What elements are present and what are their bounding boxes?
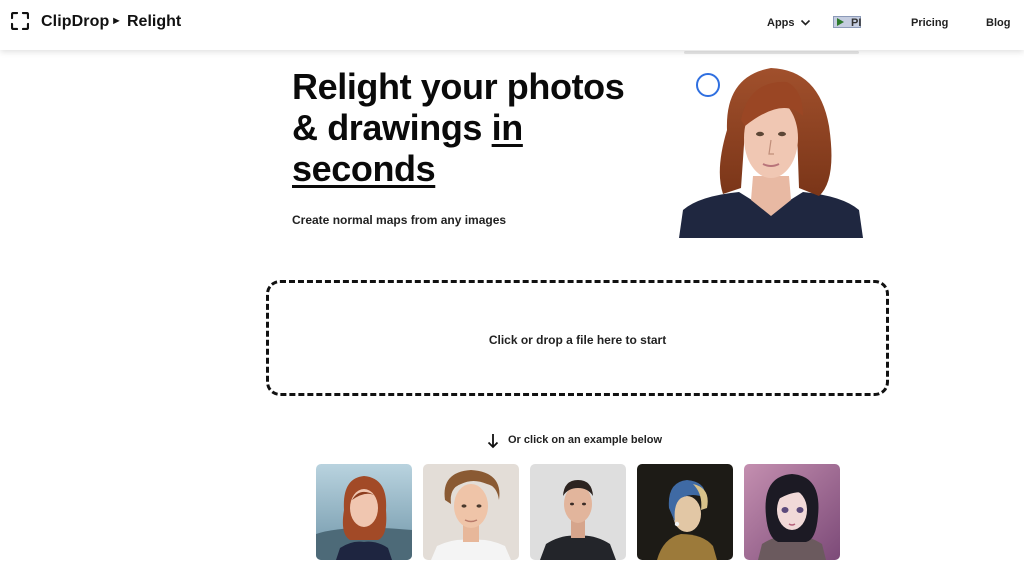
nav-apps[interactable]: Apps	[767, 17, 795, 29]
top-navigation-bar: ClipDrop ► Relight Apps PI Pricing Blog	[0, 0, 1024, 50]
man-grey-background-photo-icon	[530, 464, 626, 560]
girl-with-pearl-earring-painting-icon	[637, 464, 733, 560]
hero-title-line1: Relight your photos	[292, 66, 625, 107]
nav-blog[interactable]: Blog	[986, 17, 1010, 29]
example-thumbnail-man-grey[interactable]	[530, 464, 626, 560]
breadcrumb-separator: ►	[111, 15, 122, 27]
example-thumbnail-anime-girl[interactable]	[744, 464, 840, 560]
woman-red-hair-photo-icon	[316, 464, 412, 560]
clipdrop-logo-icon[interactable]	[11, 12, 29, 30]
hero-title-line2: & drawings	[292, 107, 492, 148]
app-name[interactable]: Relight	[127, 13, 181, 31]
hero-image-divider	[684, 51, 859, 54]
nav-api[interactable]: PI	[851, 17, 861, 29]
brand-name[interactable]: ClipDrop	[41, 13, 109, 31]
example-thumbnail-woman-red-hair[interactable]	[316, 464, 412, 560]
hero-title-underlined-seconds: seconds	[292, 148, 436, 189]
hero-title: Relight your photos & drawings in second…	[292, 66, 672, 189]
hero-subtitle: Create normal maps from any images	[292, 213, 507, 227]
example-thumbnail-pearl-earring[interactable]	[637, 464, 733, 560]
example-thumbnail-young-man[interactable]	[423, 464, 519, 560]
hero-title-underlined-in: in	[491, 107, 524, 148]
loading-spinner-icon	[696, 73, 720, 97]
young-man-curly-hair-photo-icon	[423, 464, 519, 560]
anime-girl-drawing-icon	[744, 464, 840, 560]
nav-pricing[interactable]: Pricing	[911, 17, 948, 29]
chevron-down-icon[interactable]	[800, 17, 811, 28]
dropzone-label: Click or drop a file here to start	[488, 333, 667, 347]
file-dropzone[interactable]: Click or drop a file here to start	[266, 280, 889, 396]
arrow-down-icon	[487, 434, 499, 449]
examples-hint-text: Or click on an example below	[508, 434, 663, 446]
